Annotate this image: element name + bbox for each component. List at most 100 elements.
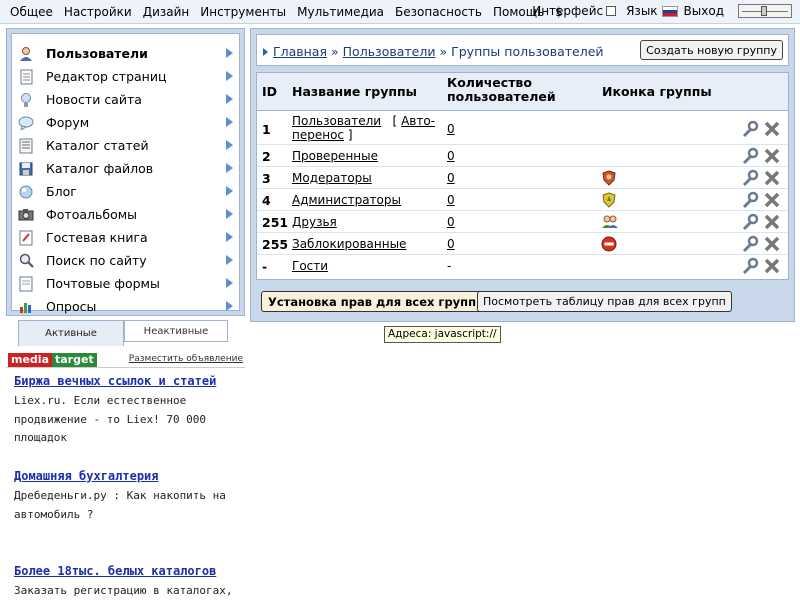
user-count-link[interactable]: 0 bbox=[447, 171, 455, 185]
group-name-cell: Заблокированные bbox=[292, 237, 406, 251]
autotransfer-link[interactable]: перенос bbox=[292, 128, 344, 142]
width-slider[interactable] bbox=[738, 4, 792, 18]
table-row: 3 Модераторы 0 bbox=[257, 167, 788, 189]
header-count-line: пользователей bbox=[447, 89, 556, 104]
delete-x-icon[interactable] bbox=[763, 213, 781, 231]
wrench-icon[interactable] bbox=[741, 169, 759, 187]
group-name-link[interactable]: Заблокированные bbox=[292, 237, 406, 251]
wrench-icon[interactable] bbox=[741, 257, 759, 275]
ad-line: Заказать регистрацию в каталогах, bbox=[14, 584, 233, 597]
group-name-cell: Друзья bbox=[292, 215, 337, 229]
chevron-right-icon bbox=[226, 278, 233, 288]
ad-title-link[interactable]: Более 18тыс. белых каталогов bbox=[14, 563, 239, 580]
row-actions bbox=[741, 213, 781, 231]
row-actions bbox=[741, 235, 781, 253]
tab-active[interactable]: Активные bbox=[18, 320, 124, 346]
delete-x-icon[interactable] bbox=[763, 191, 781, 209]
create-group-button[interactable]: Создать новую группу bbox=[640, 40, 783, 60]
sidebar-item-articles[interactable]: Каталог статей bbox=[12, 134, 241, 157]
interface-label: Интерфейс bbox=[532, 4, 604, 18]
delete-x-icon[interactable] bbox=[763, 169, 781, 187]
view-rights-table-button[interactable]: Посмотреть таблицу прав для всех групп bbox=[477, 291, 732, 312]
sidebar-item-site-search[interactable]: Поиск по сайту bbox=[12, 249, 241, 272]
group-name-link[interactable]: Проверенные bbox=[292, 149, 378, 163]
header-id: ID bbox=[262, 84, 278, 99]
mail-icon bbox=[18, 276, 34, 292]
sidebar-item-mail-forms[interactable]: Почтовые формы bbox=[12, 272, 241, 295]
autotransfer-link[interactable]: Авто- bbox=[401, 114, 435, 128]
row-actions bbox=[741, 191, 781, 209]
group-name-link[interactable]: Друзья bbox=[292, 215, 337, 229]
sidebar-item-users[interactable]: Пользователи bbox=[12, 42, 241, 65]
slider-knob[interactable] bbox=[761, 6, 767, 16]
ad-line: площадок bbox=[14, 431, 67, 444]
group-name-cell: Гости bbox=[292, 259, 328, 273]
sidebar-item-guestbook[interactable]: Гостевая книга bbox=[12, 226, 241, 249]
sidebar-item-news[interactable]: Новости сайта bbox=[12, 88, 241, 111]
sidebar-item-blog[interactable]: Блог bbox=[12, 180, 241, 203]
chevron-right-icon bbox=[226, 117, 233, 127]
sidebar-item-label: Каталог статей bbox=[46, 138, 149, 153]
admin-shield-icon bbox=[601, 192, 617, 208]
group-name-link[interactable]: Модераторы bbox=[292, 171, 372, 185]
logo-part-target: target bbox=[52, 353, 97, 367]
user-count-link[interactable]: 0 bbox=[447, 215, 455, 229]
user-count-link[interactable]: 0 bbox=[447, 193, 455, 207]
blocked-icon bbox=[601, 236, 617, 252]
russian-flag-icon[interactable] bbox=[661, 5, 678, 17]
menu-security[interactable]: Безопасность bbox=[395, 5, 482, 19]
user-count-link[interactable]: 0 bbox=[447, 122, 455, 136]
user-count-link[interactable]: 0 bbox=[447, 237, 455, 251]
top-right-controls: Интерфейс Язык Выход bbox=[532, 4, 792, 18]
table-header: ID Название группы Количество пользовател… bbox=[257, 73, 788, 111]
logout-link[interactable]: Выход bbox=[684, 4, 724, 18]
wrench-icon[interactable] bbox=[741, 120, 759, 138]
menu-settings[interactable]: Настройки bbox=[64, 5, 132, 19]
sidebar-item-photo-albums[interactable]: Фотоальбомы bbox=[12, 203, 241, 226]
header-icon: Иконка группы bbox=[602, 84, 712, 99]
group-name-cell: Администраторы bbox=[292, 193, 401, 207]
set-rights-all-groups-button[interactable]: Установка прав для всех групп bbox=[261, 291, 484, 312]
wrench-icon[interactable] bbox=[741, 147, 759, 165]
interface-checkbox[interactable] bbox=[606, 6, 617, 16]
ad-title-link[interactable]: Биржа вечных ссылок и статей bbox=[14, 373, 239, 390]
sidebar-item-label: Гостевая книга bbox=[46, 230, 148, 245]
articles-icon bbox=[18, 138, 34, 154]
sidebar-item-label: Почтовые формы bbox=[46, 276, 160, 291]
friends-icon bbox=[601, 214, 618, 230]
tab-inactive[interactable]: Неактивные bbox=[124, 320, 228, 342]
menu-general[interactable]: Общее bbox=[10, 5, 53, 19]
header-name: Название группы bbox=[292, 84, 417, 99]
wrench-icon[interactable] bbox=[741, 235, 759, 253]
delete-x-icon[interactable] bbox=[763, 235, 781, 253]
sidebar-item-label: Поиск по сайту bbox=[46, 253, 147, 268]
user-count-link[interactable]: 0 bbox=[447, 149, 455, 163]
chevron-right-icon bbox=[226, 94, 233, 104]
breadcrumb-home[interactable]: Главная bbox=[273, 44, 327, 59]
delete-x-icon[interactable] bbox=[763, 147, 781, 165]
delete-x-icon[interactable] bbox=[763, 257, 781, 275]
sidebar-item-polls[interactable]: Опросы bbox=[12, 295, 241, 318]
wrench-icon[interactable] bbox=[741, 191, 759, 209]
breadcrumb-users[interactable]: Пользователи bbox=[343, 44, 436, 59]
sidebar-item-forum[interactable]: Форум bbox=[12, 111, 241, 134]
sidebar-item-page-editor[interactable]: Редактор страниц bbox=[12, 65, 241, 88]
ad-title-link[interactable]: Домашняя бухгалтерия bbox=[14, 468, 239, 485]
sidebar-item-files[interactable]: Каталог файлов bbox=[12, 157, 241, 180]
delete-x-icon[interactable] bbox=[763, 120, 781, 138]
wrench-icon[interactable] bbox=[741, 213, 759, 231]
menu-tools[interactable]: Инструменты bbox=[200, 5, 286, 19]
sidebar-item-label: Пользователи bbox=[46, 46, 148, 61]
group-name-link[interactable]: Администраторы bbox=[292, 193, 401, 207]
place-ad-link[interactable]: Разместить объявление bbox=[129, 354, 243, 364]
menu-multimedia[interactable]: Мультимедиа bbox=[297, 5, 384, 19]
group-name-link[interactable]: Пользователи bbox=[292, 114, 381, 128]
ad-line: Liex.ru. Если естественное bbox=[14, 394, 187, 407]
user-count: 0 bbox=[447, 171, 455, 185]
row-actions bbox=[741, 257, 781, 275]
menu-design[interactable]: Дизайн bbox=[143, 5, 190, 19]
ad-item: Домашняя бухгалтерия Дребеденьги.ру : Ка… bbox=[14, 468, 239, 524]
group-name-link[interactable]: Гости bbox=[292, 259, 328, 273]
mediatarget-logo[interactable]: media target bbox=[8, 353, 97, 367]
chevron-right-icon bbox=[226, 186, 233, 196]
